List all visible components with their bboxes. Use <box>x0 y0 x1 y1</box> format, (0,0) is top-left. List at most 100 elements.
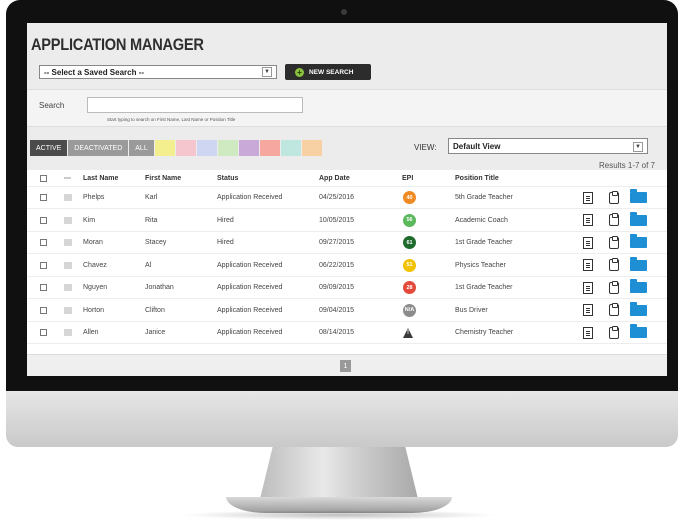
row-flag-icon <box>64 261 72 269</box>
document-icon[interactable] <box>583 259 593 271</box>
search-hint: Start typing to search on First Name, La… <box>107 117 236 122</box>
folder-icon[interactable] <box>630 301 647 316</box>
table-row[interactable]: Chavez Al Application Received 06/22/201… <box>27 255 667 277</box>
stand-shadow <box>180 510 498 520</box>
document-icon[interactable] <box>583 191 593 204</box>
tab-active[interactable]: ACTIVE <box>30 140 68 156</box>
table-header: Last Name First Name Status App Date EPI… <box>27 170 667 187</box>
row-flag-icon <box>64 284 72 291</box>
clipboard-icon[interactable] <box>609 280 619 294</box>
row-checkbox[interactable] <box>40 306 47 314</box>
epi-badge: 51 <box>403 258 416 272</box>
table-row[interactable]: Moran Stacey Hired 09/27/2015 61 1st Gra… <box>27 232 667 254</box>
flag-column-icon <box>64 177 71 179</box>
row-flag-icon <box>64 306 72 314</box>
col-app-date[interactable]: App Date <box>319 170 350 186</box>
clipboard-icon[interactable] <box>609 258 619 271</box>
cell-status: Hired <box>217 216 234 224</box>
app-screen: APPLICATION MANAGER -- Select a Saved Se… <box>27 23 667 376</box>
table-row[interactable]: Horton Clifton Application Received 09/0… <box>27 300 667 322</box>
row-checkbox[interactable] <box>40 239 47 246</box>
cell-position-title: 5th Grade Teacher <box>455 194 513 201</box>
cell-last-name[interactable]: Phelps <box>83 187 104 208</box>
col-position-title[interactable]: Position Title <box>455 170 499 186</box>
page-button[interactable]: 1 <box>340 360 351 372</box>
view-label: VIEW: <box>414 143 437 152</box>
cell-position-title: Bus Driver <box>455 306 488 314</box>
chevron-down-icon[interactable]: ▼ <box>633 142 643 152</box>
search-input[interactable] <box>87 97 303 113</box>
document-icon[interactable] <box>583 281 593 294</box>
tab-deactivated[interactable]: DEACTIVATED <box>68 140 129 156</box>
cell-first-name: Al <box>145 261 152 269</box>
folder-icon[interactable] <box>630 189 647 203</box>
page-title: APPLICATION MANAGER <box>31 35 204 54</box>
cell-app-date: 09/09/2015 <box>319 284 355 291</box>
cell-status: Application Received <box>217 284 283 291</box>
clipboard-icon[interactable] <box>609 190 619 204</box>
color-filter-teal[interactable] <box>280 140 301 156</box>
cell-status: Application Received <box>217 329 283 336</box>
row-checkbox[interactable] <box>40 194 47 201</box>
cell-status: Application Received <box>217 194 283 201</box>
color-filter-yellow[interactable] <box>154 140 175 156</box>
cell-position-title: Chemistry Teacher <box>455 329 514 336</box>
col-status[interactable]: Status <box>217 170 238 186</box>
saved-search-value: -- Select a Saved Search -- <box>44 67 145 77</box>
color-filter-orange[interactable] <box>301 140 322 156</box>
color-filter-purple[interactable] <box>238 140 259 156</box>
cell-last-name[interactable]: Allen <box>83 322 99 343</box>
cell-last-name[interactable]: Horton <box>83 300 104 321</box>
tab-all[interactable]: ALL <box>129 140 154 156</box>
color-filter-green[interactable] <box>217 140 238 156</box>
clipboard-icon[interactable] <box>609 213 619 226</box>
table-row[interactable]: Kim Rita Hired 10/05/2015 56 Academic Co… <box>27 210 667 232</box>
clipboard-icon[interactable] <box>609 235 619 249</box>
col-epi[interactable]: EPI <box>402 170 413 186</box>
epi-badge: N/A <box>403 303 416 317</box>
folder-icon[interactable] <box>630 279 647 293</box>
cell-last-name[interactable]: Kim <box>83 210 95 231</box>
document-icon[interactable] <box>583 236 593 249</box>
saved-search-select[interactable]: -- Select a Saved Search -- ▼ <box>39 65 277 79</box>
row-checkbox[interactable] <box>40 284 47 291</box>
clipboard-icon[interactable] <box>609 325 619 339</box>
cell-status: Hired <box>217 239 234 246</box>
col-first-name[interactable]: First Name <box>145 170 181 186</box>
row-checkbox[interactable] <box>40 329 47 336</box>
folder-icon[interactable] <box>630 324 647 338</box>
select-all-checkbox[interactable] <box>40 174 47 182</box>
new-search-label: NEW SEARCH <box>309 68 354 76</box>
row-flag-icon <box>64 216 72 224</box>
cell-position-title: 1st Grade Teacher <box>455 284 513 291</box>
row-checkbox[interactable] <box>40 261 47 269</box>
row-checkbox[interactable] <box>40 216 47 224</box>
clipboard-icon[interactable] <box>609 303 619 316</box>
document-icon[interactable] <box>583 214 593 226</box>
pagination: 1 <box>27 354 667 376</box>
table-row[interactable]: Nguyen Jonathan Application Received 09/… <box>27 277 667 299</box>
folder-icon[interactable] <box>630 234 647 248</box>
table-row[interactable]: Allen Janice Application Received 08/14/… <box>27 322 667 344</box>
document-icon[interactable] <box>583 304 593 316</box>
cell-last-name[interactable]: Moran <box>83 232 103 253</box>
new-search-button[interactable]: + NEW SEARCH <box>285 64 371 80</box>
color-filter-red[interactable] <box>259 140 280 156</box>
cell-first-name: Rita <box>145 216 158 224</box>
color-filter-pink[interactable] <box>175 140 196 156</box>
epi-badge: 61 <box>403 236 416 249</box>
table-row[interactable]: Phelps Karl Application Received 04/25/2… <box>27 187 667 209</box>
view-select[interactable]: Default View ▼ <box>448 138 648 154</box>
cell-last-name[interactable]: Chavez <box>83 255 107 276</box>
cell-last-name[interactable]: Nguyen <box>83 277 107 298</box>
color-filter-blue[interactable] <box>196 140 217 156</box>
folder-icon[interactable] <box>630 211 647 226</box>
cell-first-name: Stacey <box>145 239 167 246</box>
warning-icon <box>403 327 413 338</box>
chevron-down-icon[interactable]: ▼ <box>262 67 272 77</box>
folder-icon[interactable] <box>630 256 647 271</box>
cell-status: Application Received <box>217 261 283 269</box>
cell-position-title: 1st Grade Teacher <box>455 239 513 246</box>
col-last-name[interactable]: Last Name <box>83 170 118 186</box>
document-icon[interactable] <box>583 326 593 339</box>
